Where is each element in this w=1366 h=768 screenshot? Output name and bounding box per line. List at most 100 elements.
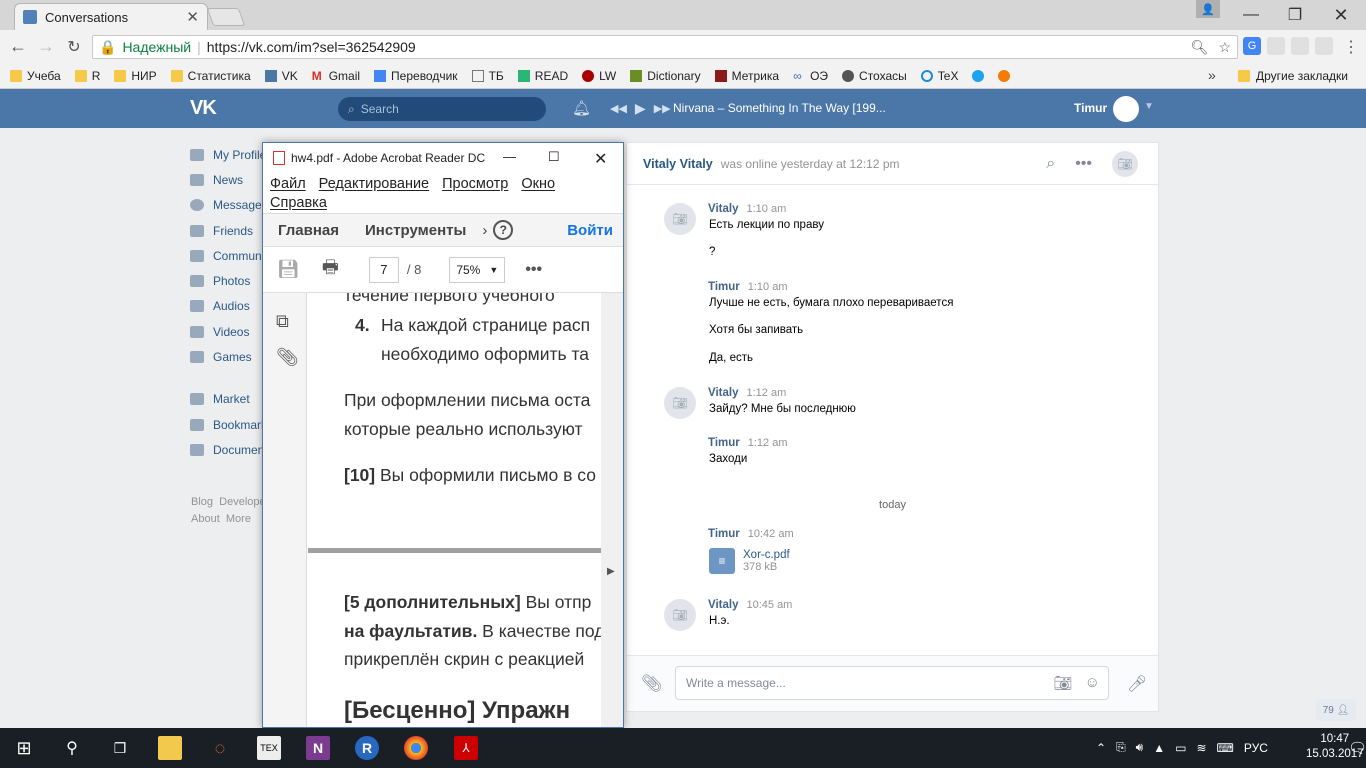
- attached-document[interactable]: ≡ Xor-c.pdf 378 kB: [709, 548, 790, 574]
- microphone-icon[interactable]: 🎤︎: [1127, 674, 1147, 694]
- pdf-document-view[interactable]: течение первого учебного 4. На каждой ст…: [308, 293, 601, 727]
- onenote-icon[interactable]: N: [306, 736, 330, 760]
- display-icon[interactable]: ▭: [1175, 741, 1186, 755]
- windows-start-icon[interactable]: ⊞: [12, 736, 36, 760]
- extension-icon[interactable]: [1267, 37, 1285, 55]
- message-input[interactable]: Write a message... 📷︎ ☺: [675, 666, 1109, 700]
- footer-link[interactable]: Developers: [219, 496, 266, 508]
- google-drive-icon[interactable]: ▲: [1153, 741, 1165, 755]
- save-icon[interactable]: 💾︎: [277, 259, 300, 280]
- minimize-button[interactable]: —: [1228, 0, 1274, 30]
- vk-logo[interactable]: VK: [190, 97, 217, 120]
- tray-chevron-up-icon[interactable]: ⌃: [1096, 741, 1106, 755]
- bookmark-item[interactable]: R: [74, 69, 100, 83]
- menu-item-bookmarks[interactable]: Bookmarks: [190, 412, 270, 437]
- avatar[interactable]: [1113, 96, 1139, 122]
- footer-link[interactable]: More: [226, 513, 251, 525]
- smiley-icon[interactable]: ☺: [1085, 674, 1100, 692]
- camera-avatar-icon[interactable]: 📷︎: [664, 203, 696, 235]
- acrobat-window[interactable]: hw4.pdf - Adobe Acrobat Reader DC — ☐ ✕ …: [262, 142, 624, 728]
- print-icon[interactable]: 🖶: [322, 255, 339, 285]
- bookmark-item[interactable]: Переводчик: [374, 69, 458, 83]
- play-icon[interactable]: ▶: [635, 100, 646, 117]
- notifications-bell-icon[interactable]: 🔔︎: [572, 99, 591, 117]
- bookmark-star-icon[interactable]: ☆: [1218, 39, 1231, 56]
- menu-item-photos[interactable]: Photos: [190, 268, 270, 293]
- chevron-right-icon[interactable]: ›: [482, 222, 487, 239]
- document-name[interactable]: Xor-c.pdf: [743, 549, 790, 561]
- peer-avatar[interactable]: 📷︎: [1112, 150, 1138, 177]
- menu-item-friends[interactable]: Friends: [190, 218, 270, 243]
- page-number-input[interactable]: 7: [368, 256, 399, 283]
- url-text[interactable]: https://vk.com/im?sel=362542909: [207, 39, 416, 55]
- bookmark-item[interactable]: READ: [517, 69, 568, 83]
- bookmark-item[interactable]: Статистика: [170, 69, 251, 83]
- bookmark-item[interactable]: ТБ: [471, 69, 504, 83]
- more-options-icon[interactable]: •••: [1075, 155, 1092, 173]
- acrobat-reader-icon[interactable]: ⅄: [454, 736, 478, 760]
- search-icon[interactable]: ⌕: [1046, 155, 1055, 173]
- bookmark-item[interactable]: M Gmail: [312, 69, 360, 83]
- sign-in-button[interactable]: Войти: [567, 222, 613, 239]
- menu-window[interactable]: Окно: [521, 176, 555, 192]
- pdf-extension-icon[interactable]: [1315, 37, 1333, 55]
- vk-search-input[interactable]: ⌕ Search: [338, 97, 546, 121]
- zoom-search-icon[interactable]: 🔍︎: [1191, 39, 1209, 56]
- acrobat-titlebar[interactable]: hw4.pdf - Adobe Acrobat Reader DC — ☐ ✕: [263, 143, 623, 173]
- bookmark-item[interactable]: Стохасы: [842, 69, 907, 83]
- menu-item-documents[interactable]: Documents: [190, 437, 270, 462]
- camera-icon[interactable]: 📷︎: [1054, 674, 1073, 692]
- chat-peer-name[interactable]: Vitaly Vitaly: [643, 157, 713, 171]
- volume-icon[interactable]: 🔊︎: [1136, 740, 1144, 755]
- now-playing-track[interactable]: Nirvana – Something In The Way [199...: [673, 101, 886, 115]
- next-track-icon[interactable]: ▶▶: [654, 102, 671, 115]
- browser-tab[interactable]: Conversations ✕: [14, 3, 208, 30]
- restore-button[interactable]: ❐: [1272, 0, 1318, 30]
- help-icon[interactable]: ?: [493, 220, 514, 240]
- prev-track-icon[interactable]: ◀◀: [610, 102, 627, 115]
- menu-item-videos[interactable]: Videos: [190, 319, 270, 344]
- wifi-icon[interactable]: ≋: [1196, 741, 1206, 755]
- close-window-button[interactable]: ✕: [1318, 0, 1364, 30]
- menu-item-messages[interactable]: Messages: [190, 193, 270, 218]
- maximize-button[interactable]: ☐: [548, 149, 560, 165]
- bookmark-item[interactable]: НИР: [114, 69, 157, 83]
- attach-paperclip-icon[interactable]: 📎︎: [641, 674, 663, 694]
- bookmark-item[interactable]: Метрика: [714, 69, 779, 83]
- online-friends-badge[interactable]: 79 👤︎: [1316, 699, 1356, 721]
- notifications-icon[interactable]: 🗨︎: [1348, 739, 1366, 757]
- back-icon[interactable]: ←: [4, 33, 32, 61]
- task-view-icon[interactable]: ❒: [108, 736, 132, 760]
- more-tools-icon[interactable]: •••: [525, 261, 542, 279]
- bookmark-item[interactable]: Учеба: [10, 69, 61, 83]
- menu-item-news[interactable]: News: [190, 167, 270, 192]
- language-indicator[interactable]: РУС: [1244, 741, 1268, 755]
- chrome-icon[interactable]: [404, 736, 428, 760]
- pages-thumbnail-icon[interactable]: ⧉: [276, 311, 289, 332]
- menu-item-communities[interactable]: Communities: [190, 243, 270, 268]
- other-bookmarks[interactable]: Другие закладки: [1238, 63, 1348, 89]
- jupyter-icon[interactable]: ◌: [208, 736, 232, 760]
- network-icon[interactable]: ⎘: [1116, 740, 1126, 755]
- ime-icon[interactable]: ⌨: [1217, 741, 1234, 755]
- tab-home[interactable]: Главная: [278, 222, 339, 239]
- minimize-button[interactable]: —: [503, 149, 516, 164]
- forward-icon[interactable]: →: [32, 33, 60, 61]
- menu-help[interactable]: Справка: [270, 195, 327, 211]
- address-bar[interactable]: 🔒 Надежный | https://vk.com/im?sel=36254…: [92, 35, 1238, 59]
- tab-tools[interactable]: Инструменты: [365, 222, 466, 239]
- search-icon[interactable]: ⚲: [60, 736, 84, 760]
- footer-link[interactable]: About: [191, 513, 220, 525]
- bookmark-item[interactable]: TeX: [920, 69, 958, 83]
- bookmark-item[interactable]: [972, 69, 985, 82]
- r-studio-icon[interactable]: R: [355, 736, 379, 760]
- menu-edit[interactable]: Редактирование: [319, 176, 429, 192]
- bookmark-item[interactable]: Dictionary: [630, 69, 701, 83]
- menu-item-market[interactable]: Market: [190, 387, 270, 412]
- menu-item-games[interactable]: Games: [190, 344, 270, 369]
- bookmark-item[interactable]: ∞ ОЭ: [793, 69, 828, 83]
- file-explorer-icon[interactable]: [158, 736, 182, 760]
- tex-editor-icon[interactable]: TEX: [257, 736, 281, 760]
- menu-file[interactable]: Файл: [270, 176, 306, 192]
- camera-avatar-icon[interactable]: 📷︎: [664, 599, 696, 631]
